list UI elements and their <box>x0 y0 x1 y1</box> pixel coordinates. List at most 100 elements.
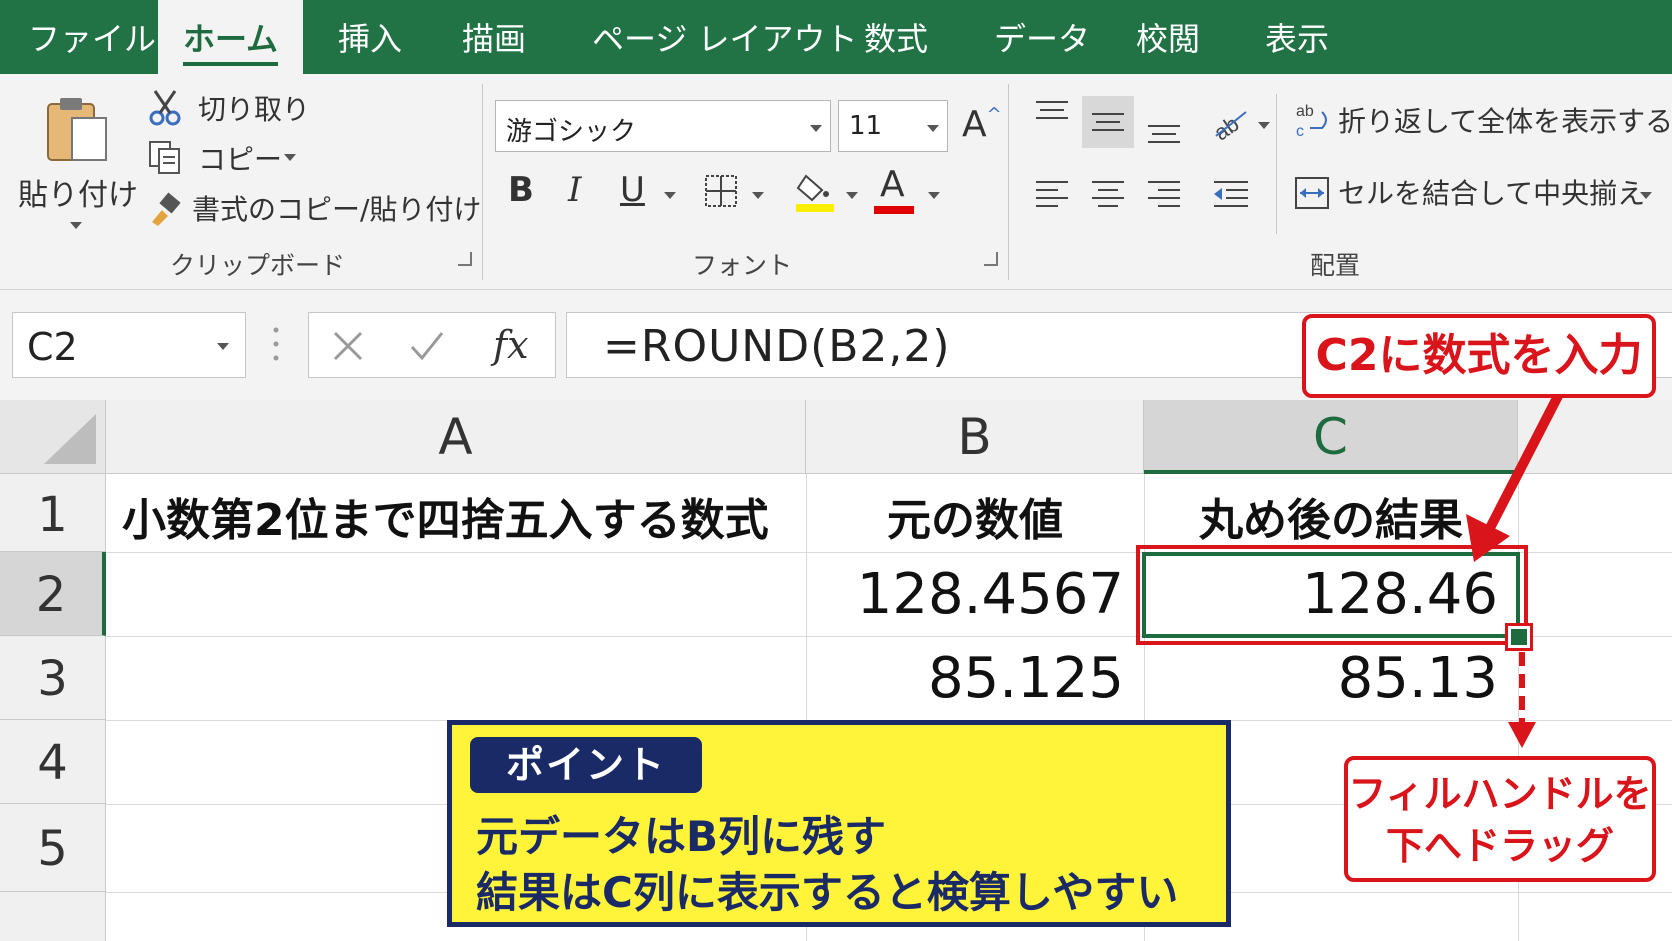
decrease-indent-icon[interactable] <box>1212 178 1250 212</box>
row-header-3[interactable]: 3 <box>0 636 106 720</box>
clipboard-group-label: クリップボード <box>170 251 346 280</box>
point-line-2: 結果はC列に表示すると検算しやすい <box>476 868 1179 917</box>
grow-font-button[interactable]: A^ <box>962 104 1002 145</box>
align-right-icon[interactable] <box>1146 178 1182 212</box>
fill-handle-callout: フィルハンドルを 下へドラッグ <box>1344 756 1656 882</box>
merge-center-button[interactable]: セルを結合して中央揃え <box>1338 172 1645 212</box>
ribbon-tab-bar: ファイル ホーム 挿入 描画 ページ レイアウト 数式 データ 校閲 表示 <box>0 0 1672 74</box>
chevron-down-icon[interactable] <box>217 343 229 350</box>
grip-icon[interactable] <box>272 324 280 368</box>
tab-formulas[interactable]: 数式 <box>864 0 928 74</box>
group-divider <box>1008 84 1009 280</box>
font-color-letter: A <box>880 164 905 205</box>
cut-button[interactable]: 切り取り <box>198 88 310 128</box>
underline-button[interactable]: U <box>620 170 645 210</box>
font-color-dropdown-arrow[interactable] <box>928 192 940 199</box>
borders-icon[interactable] <box>704 174 738 212</box>
wrap-text-button[interactable]: 折り返して全体を表示する <box>1338 100 1672 140</box>
merge-center-icon <box>1294 176 1330 214</box>
tab-review[interactable]: 校閲 <box>1136 0 1200 74</box>
point-line-1: 元データはB列に残す <box>476 812 887 861</box>
name-box-value: C2 <box>27 325 78 369</box>
paste-dropdown-arrow[interactable] <box>70 222 82 229</box>
copy-dropdown-arrow[interactable] <box>284 154 296 161</box>
cell-b1[interactable]: 元の数値 <box>806 484 1144 548</box>
column-header-a[interactable]: A <box>106 400 806 474</box>
row-header-4[interactable]: 4 <box>0 720 106 804</box>
formula-buttons: fx <box>308 312 556 378</box>
fill-color-dropdown-arrow[interactable] <box>846 192 858 199</box>
callout-arrow-icon <box>1466 396 1563 562</box>
align-middle-icon <box>1092 113 1124 131</box>
clipboard-icon <box>47 98 107 161</box>
cell-c3[interactable]: 85.13 <box>1144 646 1498 711</box>
caret-up-icon: ^ <box>986 104 1002 125</box>
align-middle-button[interactable] <box>1082 96 1134 148</box>
fill-color-icon[interactable] <box>796 170 836 218</box>
cell-b3[interactable]: 85.125 <box>806 646 1124 711</box>
tab-home[interactable]: ホーム <box>158 0 303 74</box>
group-divider <box>482 84 483 280</box>
align-bottom-icon[interactable] <box>1146 118 1182 152</box>
drag-down-arrow-icon <box>1508 652 1536 748</box>
cut-icon[interactable] <box>148 88 182 130</box>
chevron-down-icon <box>927 125 939 132</box>
clipboard-launcher-icon[interactable] <box>458 252 472 266</box>
align-center-icon[interactable] <box>1090 178 1126 212</box>
chevron-down-icon <box>810 125 822 132</box>
select-all-triangle-icon <box>44 414 96 464</box>
bold-button[interactable]: B <box>508 170 534 210</box>
cancel-icon[interactable] <box>331 329 365 367</box>
tab-draw[interactable]: 描画 <box>462 0 526 74</box>
format-painter-button[interactable]: 書式のコピー/貼り付け <box>192 188 481 228</box>
underline-dropdown-arrow[interactable] <box>664 192 676 199</box>
font-group-label: フォント <box>692 251 793 280</box>
font-launcher-icon[interactable] <box>984 252 998 266</box>
tab-file[interactable]: ファイル <box>28 0 156 74</box>
name-box[interactable]: C2 <box>12 312 246 378</box>
input-callout: C2に数式を入力 <box>1302 314 1656 398</box>
font-name-combo[interactable]: 游ゴシック <box>495 100 831 152</box>
cell-b2[interactable]: 128.4567 <box>806 562 1124 627</box>
format-painter-icon[interactable] <box>148 192 182 230</box>
tab-insert[interactable]: 挿入 <box>338 0 402 74</box>
merge-dropdown-arrow[interactable] <box>1640 192 1652 199</box>
row-header-6[interactable] <box>0 892 106 941</box>
tab-view[interactable]: 表示 <box>1265 0 1329 74</box>
copy-button[interactable]: コピー <box>198 138 282 178</box>
point-note-box: ポイント 元データはB列に残す 結果はC列に表示すると検算しやすい <box>447 720 1231 927</box>
row-header-1[interactable]: 1 <box>0 474 106 552</box>
insert-function-button[interactable]: fx <box>493 323 529 367</box>
orientation-icon[interactable]: ab <box>1209 104 1250 145</box>
fill-handle[interactable] <box>1505 623 1533 651</box>
svg-text:ab: ab <box>1296 103 1314 120</box>
font-size-value: 11 <box>849 111 883 141</box>
borders-dropdown-arrow[interactable] <box>752 192 764 199</box>
fill-callout-line2: 下へドラッグ <box>1385 824 1614 868</box>
font-name-value: 游ゴシック <box>506 117 637 147</box>
orientation-dropdown-arrow[interactable] <box>1258 122 1270 129</box>
alignment-group-label: 配置 <box>1310 251 1361 280</box>
row-header-5[interactable]: 5 <box>0 804 106 892</box>
font-color-button[interactable]: A <box>880 164 905 205</box>
formula-value: =ROUND(B2,2) <box>603 321 951 372</box>
font-size-combo[interactable]: 11 <box>838 100 948 152</box>
align-top-icon[interactable] <box>1034 98 1070 132</box>
tab-home-label: ホーム <box>182 20 279 66</box>
tab-data[interactable]: データ <box>994 0 1090 74</box>
svg-text:c: c <box>1296 123 1304 140</box>
paste-button[interactable] <box>44 94 110 168</box>
row-header-2[interactable]: 2 <box>0 552 106 636</box>
column-header-b[interactable]: B <box>806 400 1144 474</box>
tab-page-layout[interactable]: ページ レイアウト <box>592 0 858 74</box>
paste-label: 貼り付け <box>18 178 138 213</box>
select-all-corner[interactable] <box>0 400 106 474</box>
enter-check-icon[interactable] <box>409 329 445 367</box>
wrap-text-icon: ab c <box>1296 100 1330 144</box>
italic-button[interactable]: I <box>568 170 581 210</box>
point-tag: ポイント <box>470 737 702 793</box>
align-left-icon[interactable] <box>1034 178 1070 212</box>
grow-font-letter: A <box>962 104 987 145</box>
cell-a1[interactable]: 小数第2位まで四捨五入する数式 <box>122 484 769 548</box>
copy-icon[interactable] <box>148 140 182 180</box>
